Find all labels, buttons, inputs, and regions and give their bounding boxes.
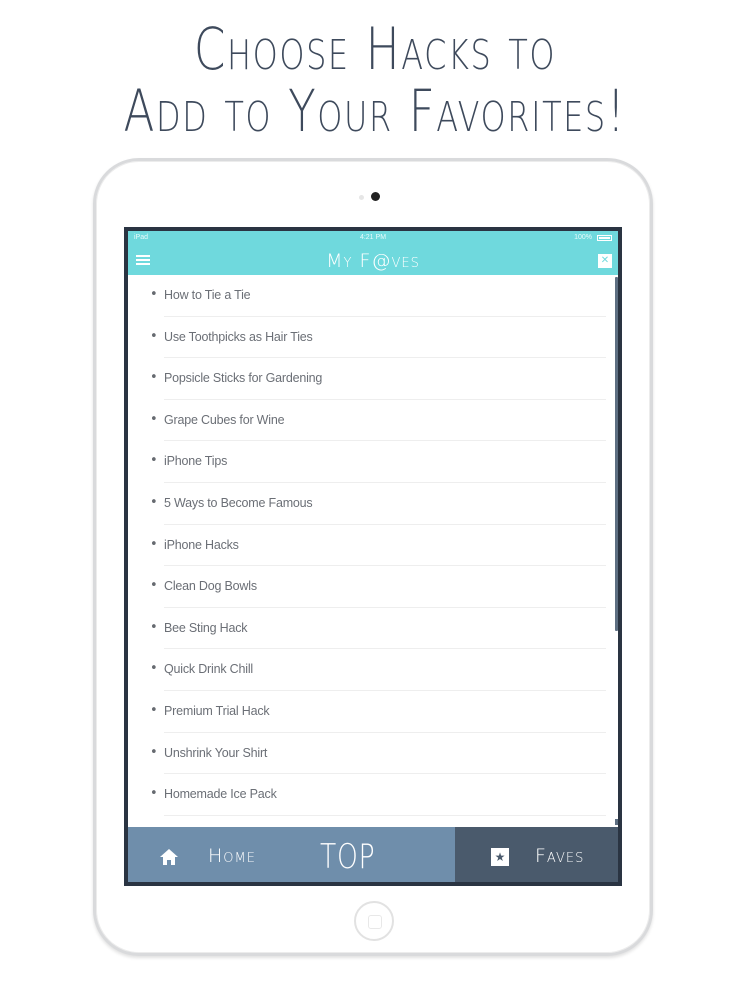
list-item[interactable]: • Quick Drink Chill bbox=[150, 649, 606, 691]
list-item[interactable]: • Grape Cubes for Wine bbox=[150, 400, 606, 442]
list-item-label: How to Tie a Tie bbox=[164, 288, 251, 302]
list-item-label: Homemade Ice Pack bbox=[164, 787, 277, 802]
page-title: My F@ves bbox=[326, 250, 420, 272]
bullet-icon: • bbox=[150, 744, 158, 760]
list-item-label: Premium Trial Hack bbox=[164, 703, 270, 718]
list-item-label: Use Toothpicks as Hair Ties bbox=[164, 329, 313, 344]
list-item-label: iPhone Tips bbox=[164, 454, 228, 469]
list-item-label: Unshrink Your Shirt bbox=[164, 745, 268, 760]
ipad-home-button[interactable] bbox=[354, 901, 394, 941]
list-item[interactable]: • Unshrink Your Shirt bbox=[150, 733, 606, 775]
scrollbar-end-cap bbox=[615, 819, 618, 825]
scrollbar-thumb[interactable] bbox=[615, 277, 618, 631]
tab-home[interactable]: Home TOP 100 bbox=[128, 827, 455, 882]
ambient-sensor bbox=[359, 195, 364, 200]
list-item-label: Bee Sting Hack bbox=[164, 620, 248, 635]
tab-faves-label: Faves bbox=[535, 845, 585, 867]
home-icon bbox=[160, 849, 178, 865]
tab-bar: Home TOP 100 ★ Faves bbox=[128, 827, 618, 882]
top-100-button[interactable]: TOP 100 bbox=[320, 837, 425, 882]
nav-bar: My F@ves ✕ bbox=[128, 245, 618, 275]
list-item[interactable]: • Premium Trial Hack bbox=[150, 691, 606, 733]
bullet-icon: • bbox=[150, 494, 158, 510]
bullet-icon: • bbox=[150, 578, 158, 594]
list-item-label: Clean Dog Bowls bbox=[164, 579, 257, 594]
bullet-icon: • bbox=[150, 702, 158, 718]
list-item[interactable]: • Use Toothpicks as Hair Ties bbox=[150, 317, 606, 359]
ipad-screen: iPad 4:21 PM 100% My F@ves ✕ • How to Tie… bbox=[124, 227, 622, 886]
headline-line-2: Add to Your Favorites! bbox=[123, 77, 627, 145]
list-item[interactable]: • Bee Sting Hack bbox=[150, 608, 606, 650]
bullet-icon: • bbox=[150, 370, 158, 386]
favorites-list: • How to Tie a Tie • Use Toothpicks as Hair… bbox=[128, 275, 614, 827]
tab-home-label: Home bbox=[208, 845, 256, 867]
list-item[interactable]: • iPhone Tips bbox=[150, 441, 606, 483]
bullet-icon: • bbox=[150, 661, 158, 677]
close-icon[interactable]: ✕ bbox=[598, 254, 612, 268]
tab-faves[interactable]: ★ Faves bbox=[455, 827, 618, 882]
status-time: 4:21 PM bbox=[359, 234, 387, 241]
bullet-icon: • bbox=[150, 287, 158, 302]
list-item[interactable]: • Homemade Ice Pack bbox=[150, 774, 606, 816]
promo-headline: Choose Hacks to Add to Your Favorites! bbox=[0, 18, 750, 142]
list-item[interactable]: • 5 Ways to Become Famous bbox=[150, 483, 606, 525]
list-item-label: 5 Ways to Become Famous bbox=[164, 495, 313, 510]
battery-percent: 100% bbox=[574, 234, 592, 241]
list-item-label: Grape Cubes for Wine bbox=[164, 412, 285, 427]
star-icon: ★ bbox=[491, 848, 509, 866]
battery-icon bbox=[597, 235, 612, 241]
list-item[interactable]: • iPhone Hacks bbox=[150, 525, 606, 567]
list-item[interactable]: • Clean Dog Bowls bbox=[150, 566, 606, 608]
list-item[interactable]: • Popsicle Sticks for Gardening bbox=[150, 358, 606, 400]
bullet-icon: • bbox=[150, 328, 158, 344]
front-camera bbox=[371, 192, 380, 201]
app-window: iPad 4:21 PM 100% My F@ves ✕ • How to Tie… bbox=[128, 231, 618, 882]
bullet-icon: • bbox=[150, 786, 158, 802]
bullet-icon: • bbox=[150, 619, 158, 635]
headline-line-1: Choose Hacks to bbox=[193, 15, 557, 83]
list-item-label: iPhone Hacks bbox=[164, 537, 239, 552]
bullet-icon: • bbox=[150, 411, 158, 427]
list-item-label: Popsicle Sticks for Gardening bbox=[164, 371, 323, 386]
list-item[interactable]: • How to Tie a Tie bbox=[150, 275, 606, 317]
bullet-icon: • bbox=[150, 536, 158, 552]
bullet-icon: • bbox=[150, 453, 158, 469]
status-bar: iPad 4:21 PM 100% bbox=[128, 231, 618, 245]
list-item-label: Quick Drink Chill bbox=[164, 662, 253, 677]
